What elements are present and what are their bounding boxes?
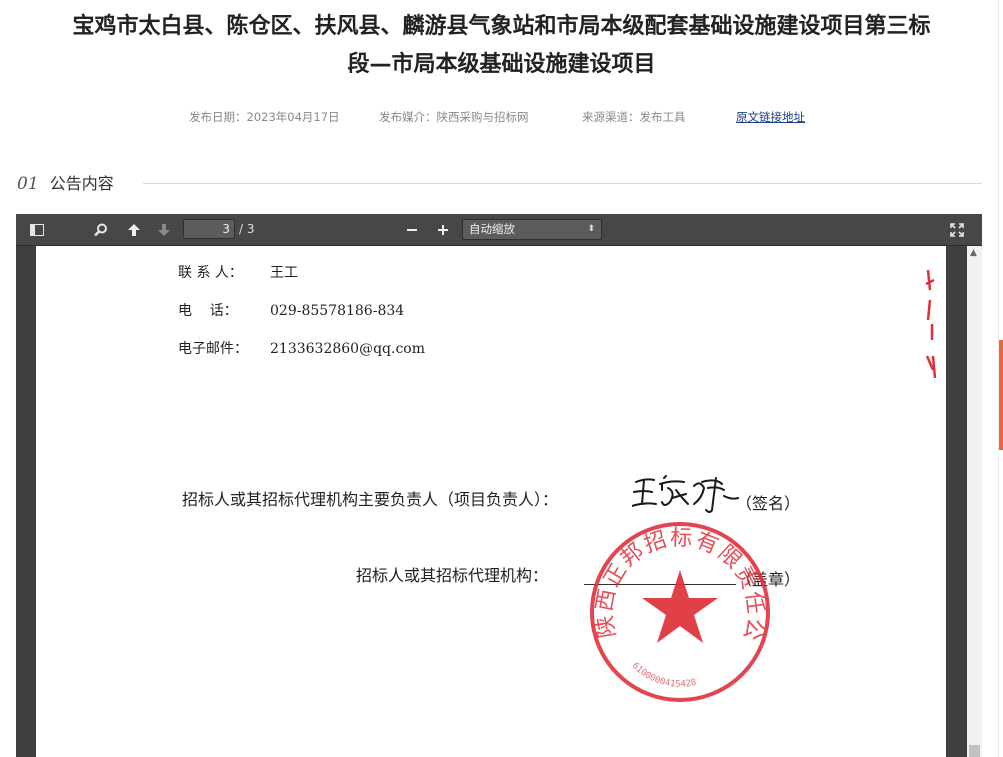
page-title: 宝鸡市太白县、陈仓区、扶风县、麟游县气象站和市局本级配套基础设施建设项目第三标 … <box>0 8 1003 84</box>
minus-icon <box>407 228 417 231</box>
sidebar-toggle-button[interactable] <box>24 214 50 245</box>
sidebar-toggle-icon <box>30 223 44 236</box>
pdf-page: 联 系 人： 王工 电 话： 029-85578186-834 电子邮件： 21336… <box>36 246 946 757</box>
title-line-2: 段—市局本级基础设施建设项目 <box>347 52 656 77</box>
page-number-input[interactable]: 3 <box>183 219 235 239</box>
page-scroll-indicator[interactable] <box>999 340 1003 450</box>
source-channel: 来源渠道：发布工具 <box>582 110 686 124</box>
search-icon <box>94 223 107 236</box>
arrow-down-icon <box>158 223 170 236</box>
pdf-viewer: 3 / 3 自动缩放 ⬍ 联 系 人： 王工 电 话： 029-85578186-8… <box>16 214 982 757</box>
contact-value: 王工 <box>270 265 298 281</box>
arrow-up-icon <box>128 223 140 236</box>
signature <box>631 468 740 518</box>
phone-label: 电 话： <box>178 303 238 319</box>
page-count: / 3 <box>239 222 255 236</box>
contact-label: 联 系 人： <box>178 265 243 281</box>
scroll-up-icon[interactable]: ▲ <box>970 248 977 258</box>
section-label: 公告内容 <box>49 174 114 193</box>
next-page-button[interactable] <box>152 214 176 245</box>
publish-date: 发布日期：2023年04月17日 <box>189 110 340 124</box>
responsible-row: 招标人或其招标代理机构主要负责人（项目负责人）： <box>182 486 558 510</box>
phone-value: 029-85578186-834 <box>270 303 405 319</box>
scrollbar-thumb[interactable] <box>969 745 980 757</box>
search-button[interactable] <box>88 214 114 245</box>
original-link[interactable]: 原文链接地址 <box>736 109 805 125</box>
pdf-scrollbar[interactable]: ▲ <box>967 246 982 757</box>
email-row: 电子邮件： 2133632860@qq.com <box>178 338 425 358</box>
zoom-out-button[interactable] <box>400 214 424 245</box>
section-divider <box>143 183 982 184</box>
contact-row: 联 系 人： 王工 <box>178 262 298 282</box>
fullscreen-icon <box>950 222 964 237</box>
pdf-toolbar: 3 / 3 自动缩放 ⬍ <box>16 214 982 246</box>
responsible-text: 招标人或其招标代理机构主要负责人（项目负责人）： <box>182 490 559 509</box>
plus-icon <box>438 224 448 235</box>
section-header: 01 公告内容 <box>17 170 982 196</box>
select-caret-icon: ⬍ <box>587 224 595 234</box>
agency-text: 招标人或其招标代理机构： <box>356 566 549 585</box>
publish-media: 发布媒介：陕西采购与招标网 <box>379 110 529 124</box>
email-label: 电子邮件： <box>178 341 248 357</box>
sign-suffix: （签名） <box>736 494 801 513</box>
zoom-in-button[interactable] <box>431 214 455 245</box>
edge-stamp-fragment <box>924 260 938 380</box>
previous-page-button[interactable] <box>122 214 146 245</box>
svg-text:6100000415428: 6100000415428 <box>630 661 698 690</box>
fullscreen-button[interactable] <box>944 214 970 245</box>
section-number: 01 <box>17 174 39 194</box>
title-line-1: 宝鸡市太白县、陈仓区、扶风县、麟游县气象站和市局本级配套基础设施建设项目第三标 <box>72 14 931 39</box>
zoom-select[interactable]: 自动缩放 ⬍ <box>462 219 602 240</box>
official-seal: 陕西正邦招标有限责任公司 6100000415428 <box>574 499 774 706</box>
phone-row: 电 话： 029-85578186-834 <box>178 300 404 320</box>
zoom-select-value: 自动缩放 <box>469 222 515 236</box>
email-value: 2133632860@qq.com <box>270 341 425 357</box>
